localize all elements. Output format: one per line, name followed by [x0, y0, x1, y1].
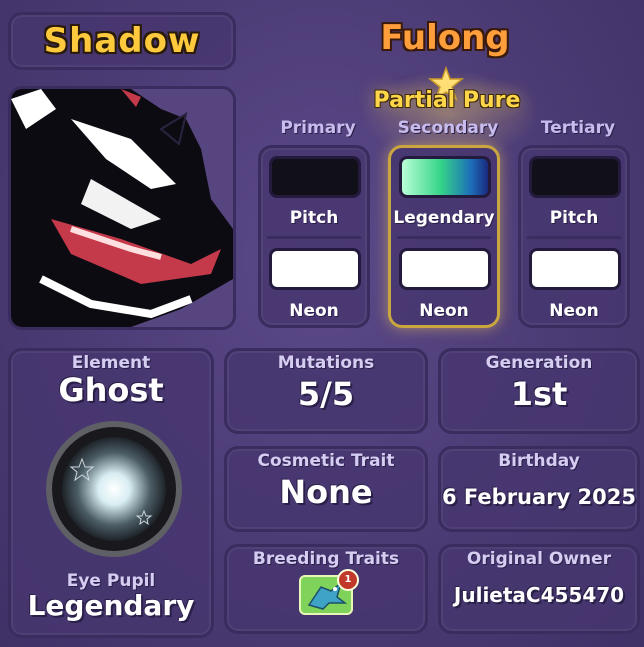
column-divider: [267, 236, 361, 239]
generation-value: 1st: [510, 375, 568, 413]
breeding-trait-icon[interactable]: 1: [299, 569, 359, 615]
element-panel: Element Ghost Eye Pupil Legendary: [8, 348, 214, 638]
primary-color-column: Pitch Neon: [258, 145, 370, 328]
birthday-panel: Birthday 6 February 2025: [438, 446, 640, 532]
breeding-traits-panel: Breeding Traits 1: [224, 544, 428, 634]
column-divider: [397, 236, 491, 239]
primary-heading: Primary: [280, 118, 356, 138]
breeding-trait-badge: 1: [337, 569, 359, 591]
tertiary-bottom-swatch: [529, 248, 621, 290]
secondary-top-swatch: [399, 156, 491, 198]
original-owner-panel: Original Owner JulietaC455470: [438, 544, 640, 634]
secondary-color-column: Legendary Neon: [388, 145, 500, 328]
primary-top-swatch: [269, 156, 361, 198]
column-divider: [527, 236, 621, 239]
tertiary-top-swatch: [529, 156, 621, 198]
pet-portrait: [8, 86, 236, 330]
cosmetic-value: None: [279, 473, 373, 511]
mutations-panel: Mutations 5/5: [224, 348, 428, 434]
original-owner-title: Original Owner: [466, 549, 612, 569]
secondary-heading: Secondary: [397, 118, 499, 138]
secondary-bottom-swatch: [399, 248, 491, 290]
pet-name-plate: Shadow: [8, 12, 236, 70]
purity-label: Partial Pure: [373, 88, 521, 113]
generation-panel: Generation 1st: [438, 348, 640, 434]
dragon-portrait-image: [11, 89, 233, 327]
mutations-value: 5/5: [297, 375, 355, 413]
tertiary-heading: Tertiary: [540, 118, 616, 138]
primary-bottom-swatch: [269, 248, 361, 290]
birthday-value: 6 February 2025: [442, 485, 636, 509]
element-value: Ghost: [58, 371, 164, 409]
primary-bottom-label: Neon: [289, 301, 339, 321]
eye-pupil-icon: [46, 421, 182, 557]
primary-top-label: Pitch: [289, 208, 339, 228]
element-title: Element: [71, 353, 151, 373]
secondary-bottom-label: Neon: [419, 301, 469, 321]
birthday-title: Birthday: [498, 451, 580, 471]
eye-pupil-title: Eye Pupil: [66, 571, 156, 591]
generation-title: Generation: [485, 353, 593, 373]
breeding-traits-title[interactable]: Breeding Traits: [253, 549, 399, 569]
cosmetic-title: Cosmetic Trait: [257, 451, 395, 471]
eye-pupil-value: Legendary: [27, 589, 195, 622]
tertiary-top-label: Pitch: [549, 208, 599, 228]
mutations-title: Mutations: [277, 353, 375, 373]
original-owner-value[interactable]: JulietaC455470: [454, 583, 624, 607]
pet-name: Shadow: [43, 21, 201, 61]
tertiary-bottom-label: Neon: [549, 301, 599, 321]
cosmetic-panel: Cosmetic Trait None: [224, 446, 428, 532]
species-name: Fulong: [380, 18, 510, 58]
tertiary-color-column: Pitch Neon: [518, 145, 630, 328]
secondary-top-label: Legendary: [393, 208, 495, 228]
